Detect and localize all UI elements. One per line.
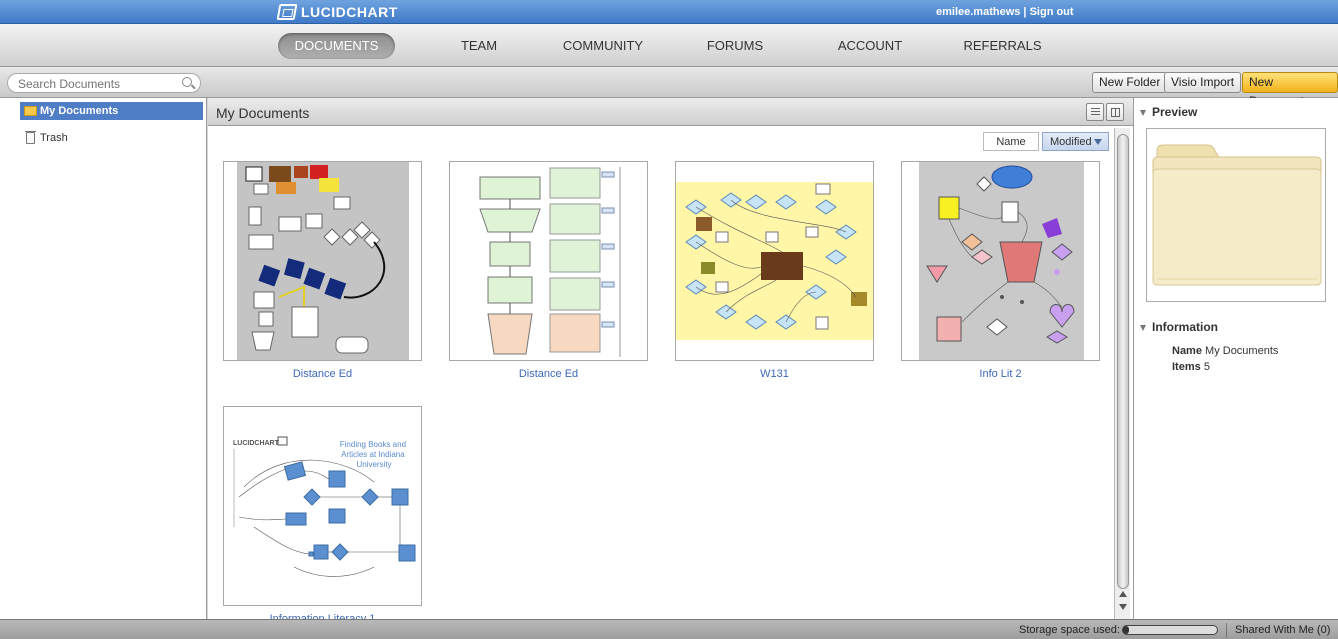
- chevron-down-icon: [1094, 139, 1102, 145]
- sort-by-modified-button[interactable]: Modified: [1042, 132, 1109, 151]
- storage-usage-bar: [1122, 625, 1218, 635]
- sign-out-link[interactable]: Sign out: [1030, 6, 1074, 18]
- sidebar-item-label: Trash: [40, 132, 68, 144]
- documents-header: My Documents: [208, 98, 1133, 126]
- visio-import-button[interactable]: Visio Import: [1164, 72, 1242, 93]
- diagram-preview: [479, 167, 621, 357]
- list-view-icon: [1091, 108, 1100, 117]
- sidebar: My Documents Trash: [0, 98, 207, 619]
- grid-view-button[interactable]: [1106, 103, 1124, 121]
- scrollbar-thumb[interactable]: [1117, 134, 1129, 589]
- tab-community[interactable]: COMMUNITY: [560, 33, 646, 59]
- document-name[interactable]: Distance Ed: [449, 368, 648, 380]
- tab-account[interactable]: ACCOUNT: [830, 33, 910, 59]
- new-folder-button[interactable]: New Folder: [1092, 72, 1168, 93]
- info-name-value: My Documents: [1205, 345, 1279, 357]
- diagram-preview: [237, 162, 409, 360]
- top-bar: LUCIDCHART emilee.mathews | Sign out: [0, 0, 1338, 24]
- document-name[interactable]: Distance Ed: [223, 368, 422, 380]
- new-document-button[interactable]: New Document: [1242, 72, 1338, 108]
- information-section-toggle[interactable]: Information: [1140, 320, 1218, 334]
- user-name-link[interactable]: emilee.mathews: [936, 6, 1020, 18]
- collapse-triangle-icon: [1140, 324, 1146, 331]
- preview-heading: Preview: [1152, 105, 1198, 119]
- document-thumbnail[interactable]: [901, 161, 1100, 361]
- shared-with-me-link[interactable]: Shared With Me (0): [1226, 623, 1330, 638]
- search-input[interactable]: [18, 76, 178, 91]
- main-nav: DOCUMENTS TEAM COMMUNITY FORUMS ACCOUNT …: [0, 24, 1338, 67]
- logo-text: LUCIDCHART: [301, 4, 398, 20]
- tab-forums[interactable]: FORUMS: [700, 33, 770, 59]
- preview-logo-text: LUCIDCHART: [233, 440, 280, 447]
- lucidchart-logo-icon: [276, 4, 298, 20]
- document-name[interactable]: W131: [675, 368, 874, 380]
- scroll-down-icon[interactable]: [1119, 604, 1127, 610]
- search-icon[interactable]: [182, 77, 192, 87]
- sidebar-item-label: My Documents: [40, 105, 119, 117]
- info-name-row: Name My Documents: [1172, 345, 1278, 357]
- diagram-preview: [676, 182, 873, 340]
- grid-view-icon: [1111, 108, 1120, 117]
- page-title: My Documents: [216, 105, 310, 121]
- diagram-preview: LUCIDCHART Finding Books and Articles at…: [233, 436, 416, 577]
- preview-section-toggle[interactable]: Preview: [1140, 105, 1197, 119]
- user-separator: |: [1020, 6, 1030, 18]
- info-name-label: Name: [1172, 345, 1202, 357]
- toolbar: New Folder Visio Import New Document: [0, 67, 1338, 108]
- information-heading: Information: [1152, 320, 1218, 334]
- list-view-button[interactable]: [1086, 103, 1104, 121]
- sidebar-item-my-documents[interactable]: My Documents: [20, 102, 203, 120]
- scroll-up-icon[interactable]: [1119, 591, 1127, 597]
- status-bar: Storage space used: Shared With Me (0): [0, 619, 1338, 639]
- info-items-label: Items: [1172, 361, 1201, 373]
- sidebar-item-trash[interactable]: Trash: [20, 129, 74, 147]
- info-items-row: Items 5: [1172, 361, 1210, 373]
- preview-title-text: Finding Books and Articles at Indiana Un…: [340, 440, 409, 469]
- search-box: [7, 73, 201, 93]
- document-name[interactable]: Info Lit 2: [901, 368, 1100, 380]
- document-thumbnail[interactable]: [675, 161, 874, 361]
- folder-preview: [1146, 128, 1326, 302]
- diagram-preview: [919, 162, 1084, 360]
- trash-icon: [25, 131, 36, 144]
- document-thumbnail[interactable]: LUCIDCHART Finding Books and Articles at…: [223, 406, 422, 606]
- lucidchart-logo[interactable]: LUCIDCHART: [276, 3, 398, 21]
- storage-usage-fill: [1123, 626, 1129, 634]
- folder-icon: [24, 106, 37, 116]
- details-panel: Preview Information Name My Documents It…: [1133, 98, 1338, 619]
- tab-referrals[interactable]: REFERRALS: [960, 33, 1045, 59]
- info-items-value: 5: [1203, 361, 1210, 373]
- user-menu: emilee.mathews | Sign out: [936, 6, 1074, 18]
- collapse-triangle-icon: [1140, 109, 1146, 116]
- document-thumbnail[interactable]: [223, 161, 422, 361]
- storage-label: Storage space used:: [1019, 624, 1120, 636]
- documents-panel: My Documents Name Modified Distance Ed D…: [208, 98, 1133, 625]
- large-folder-icon: [1152, 144, 1322, 286]
- documents-scrollbar[interactable]: [1114, 128, 1130, 619]
- tab-team[interactable]: TEAM: [453, 33, 505, 59]
- tab-documents[interactable]: DOCUMENTS: [278, 33, 395, 59]
- document-thumbnail[interactable]: [449, 161, 648, 361]
- sort-by-name-button[interactable]: Name: [983, 132, 1039, 151]
- sort-modified-label: Modified: [1050, 136, 1092, 148]
